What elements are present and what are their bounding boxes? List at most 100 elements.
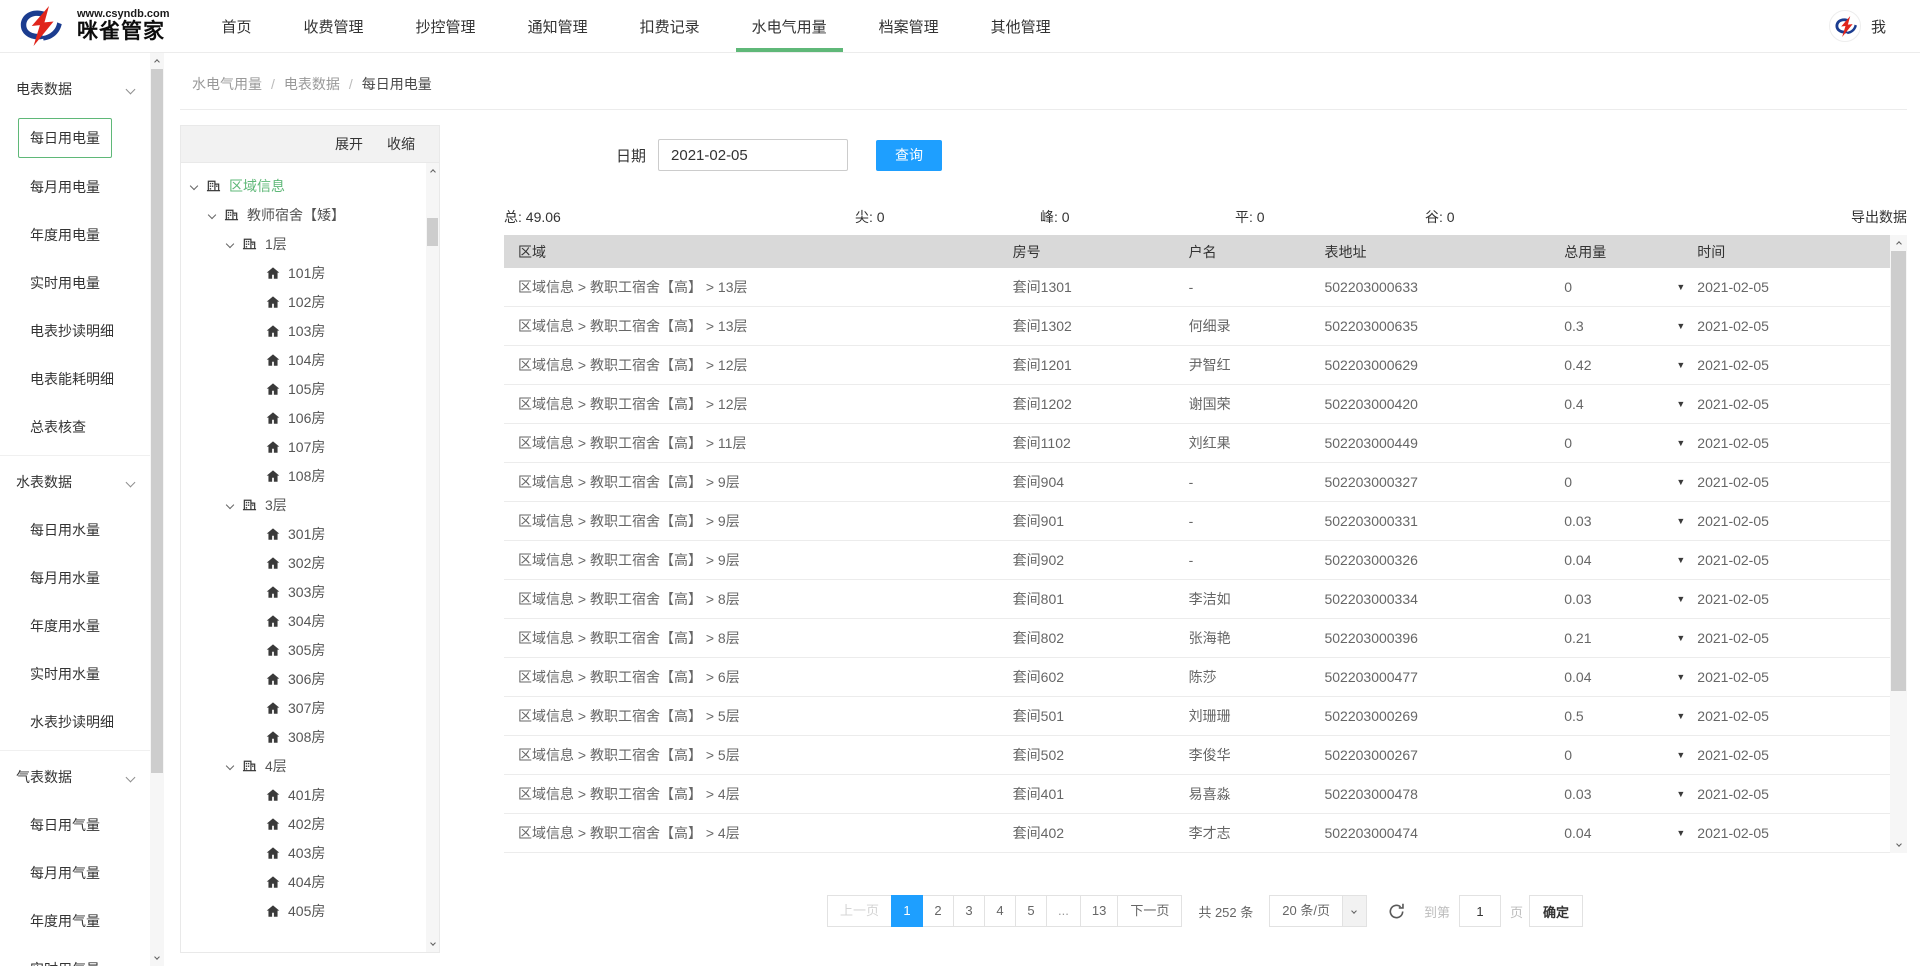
refresh-icon[interactable] (1387, 902, 1406, 921)
tree-leaf[interactable]: 402房 (181, 809, 426, 838)
row-expand-caret-icon[interactable]: ▼ (1676, 516, 1685, 526)
page-ellipsis[interactable]: ... (1046, 895, 1081, 927)
nav-item-收费管理[interactable]: 收费管理 (288, 0, 380, 52)
sidebar-item-实时用气量[interactable]: 实时用气量 (0, 945, 150, 966)
nav-item-抄控管理[interactable]: 抄控管理 (400, 0, 492, 52)
nav-item-其他管理[interactable]: 其他管理 (975, 0, 1067, 52)
nav-item-首页[interactable]: 首页 (206, 0, 268, 52)
tree-leaf[interactable]: 302房 (181, 548, 426, 577)
nav-item-通知管理[interactable]: 通知管理 (512, 0, 604, 52)
page-button-13[interactable]: 13 (1080, 895, 1118, 927)
tree-leaf[interactable]: 404房 (181, 867, 426, 896)
breadcrumb-item[interactable]: 电表数据 (284, 74, 340, 94)
expand-all-button[interactable]: 展开 (335, 134, 363, 154)
sidebar-section-title[interactable]: 电表数据 (0, 65, 150, 113)
goto-page-input[interactable] (1459, 895, 1501, 927)
row-expand-caret-icon[interactable]: ▼ (1676, 438, 1685, 448)
next-page-button[interactable]: 下一页 (1117, 895, 1182, 927)
tree-leaf[interactable]: 108房 (181, 461, 426, 490)
user-avatar[interactable] (1829, 10, 1861, 42)
page-button-3[interactable]: 3 (953, 895, 985, 927)
export-data-link[interactable]: 导出数据 (1851, 207, 1907, 227)
sidebar-item-每月用气量[interactable]: 每月用气量 (0, 849, 150, 897)
tree-leaf[interactable]: 307房 (181, 693, 426, 722)
scroll-up-icon[interactable] (1890, 235, 1907, 250)
tree-leaf[interactable]: 105房 (181, 374, 426, 403)
sidebar-item-总表核查[interactable]: 总表核查 (0, 403, 150, 451)
sidebar-item-每月用电量[interactable]: 每月用电量 (0, 163, 150, 211)
query-button[interactable]: 查询 (876, 140, 942, 171)
user-menu[interactable]: 我 (1871, 16, 1886, 37)
table-scrollbar[interactable] (1890, 235, 1907, 853)
tree-leaf[interactable]: 106房 (181, 403, 426, 432)
page-button-4[interactable]: 4 (984, 895, 1016, 927)
scroll-down-icon[interactable] (150, 951, 164, 966)
row-expand-caret-icon[interactable]: ▼ (1676, 477, 1685, 487)
row-expand-caret-icon[interactable]: ▼ (1676, 594, 1685, 604)
sidebar-scrollbar-thumb[interactable] (151, 69, 163, 773)
tree-branch[interactable]: 1层 (181, 229, 426, 258)
date-input[interactable] (658, 139, 848, 171)
tree-leaf[interactable]: 306房 (181, 664, 426, 693)
nav-item-档案管理[interactable]: 档案管理 (863, 0, 955, 52)
row-expand-caret-icon[interactable]: ▼ (1676, 399, 1685, 409)
sidebar-item-每月用水量[interactable]: 每月用水量 (0, 554, 150, 602)
confirm-button[interactable]: 确定 (1529, 895, 1583, 927)
tree-leaf[interactable]: 102房 (181, 287, 426, 316)
sidebar-item-年度用电量[interactable]: 年度用电量 (0, 211, 150, 259)
page-size-select[interactable]: 20 条/页 (1269, 895, 1367, 927)
tree-leaf[interactable]: 303房 (181, 577, 426, 606)
tree-leaf[interactable]: 405房 (181, 896, 426, 925)
sidebar-item-实时用电量[interactable]: 实时用电量 (0, 259, 150, 307)
row-expand-caret-icon[interactable]: ▼ (1676, 828, 1685, 838)
chevron-down-icon[interactable] (208, 210, 216, 218)
chevron-down-icon[interactable] (226, 761, 234, 769)
tree-leaf[interactable]: 104房 (181, 345, 426, 374)
tree-leaf[interactable]: 301房 (181, 519, 426, 548)
scroll-up-icon[interactable] (150, 53, 164, 68)
sidebar-item-每日用水量[interactable]: 每日用水量 (0, 506, 150, 554)
row-expand-caret-icon[interactable]: ▼ (1676, 789, 1685, 799)
sidebar-scrollbar[interactable] (150, 53, 164, 966)
sidebar-section-title[interactable]: 水表数据 (0, 458, 150, 506)
chevron-down-icon[interactable] (226, 500, 234, 508)
row-expand-caret-icon[interactable]: ▼ (1676, 321, 1685, 331)
sidebar-item-每日用气量[interactable]: 每日用气量 (0, 801, 150, 849)
tree-leaf[interactable]: 103房 (181, 316, 426, 345)
tree-leaf[interactable]: 401房 (181, 780, 426, 809)
tree-branch[interactable]: 3层 (181, 490, 426, 519)
chevron-down-icon[interactable] (190, 181, 198, 189)
page-button-1[interactable]: 1 (891, 895, 923, 927)
page-button-5[interactable]: 5 (1015, 895, 1047, 927)
sidebar-item-水表抄读明细[interactable]: 水表抄读明细 (0, 698, 150, 746)
row-expand-caret-icon[interactable]: ▼ (1676, 360, 1685, 370)
row-expand-caret-icon[interactable]: ▼ (1676, 750, 1685, 760)
tree-leaf[interactable]: 101房 (181, 258, 426, 287)
tree-branch[interactable]: 区域信息 (181, 171, 426, 200)
scroll-down-icon[interactable] (426, 937, 439, 952)
tree-branch[interactable]: 4层 (181, 751, 426, 780)
tree-leaf[interactable]: 107房 (181, 432, 426, 461)
tree-leaf[interactable]: 308房 (181, 722, 426, 751)
sidebar-item-每日用电量[interactable]: 每日用电量 (18, 118, 112, 158)
page-button-2[interactable]: 2 (922, 895, 954, 927)
prev-page-button[interactable]: 上一页 (827, 895, 892, 927)
chevron-down-icon[interactable] (226, 239, 234, 247)
nav-item-水电气用量[interactable]: 水电气用量 (736, 0, 843, 52)
sidebar-item-实时用水量[interactable]: 实时用水量 (0, 650, 150, 698)
nav-item-扣费记录[interactable]: 扣费记录 (624, 0, 716, 52)
tree-branch[interactable]: 教师宿舍【矮】 (181, 200, 426, 229)
row-expand-caret-icon[interactable]: ▼ (1676, 633, 1685, 643)
row-expand-caret-icon[interactable]: ▼ (1676, 282, 1685, 292)
row-expand-caret-icon[interactable]: ▼ (1676, 711, 1685, 721)
scroll-up-icon[interactable] (426, 163, 439, 178)
sidebar-item-年度用水量[interactable]: 年度用水量 (0, 602, 150, 650)
scroll-down-icon[interactable] (1890, 838, 1907, 853)
tree-leaf[interactable]: 305房 (181, 635, 426, 664)
tree-leaf[interactable]: 304房 (181, 606, 426, 635)
table-scrollbar-thumb[interactable] (1891, 251, 1906, 691)
sidebar-item-电表抄读明细[interactable]: 电表抄读明细 (0, 307, 150, 355)
tree-scrollbar[interactable] (426, 163, 439, 952)
row-expand-caret-icon[interactable]: ▼ (1676, 555, 1685, 565)
row-expand-caret-icon[interactable]: ▼ (1676, 672, 1685, 682)
